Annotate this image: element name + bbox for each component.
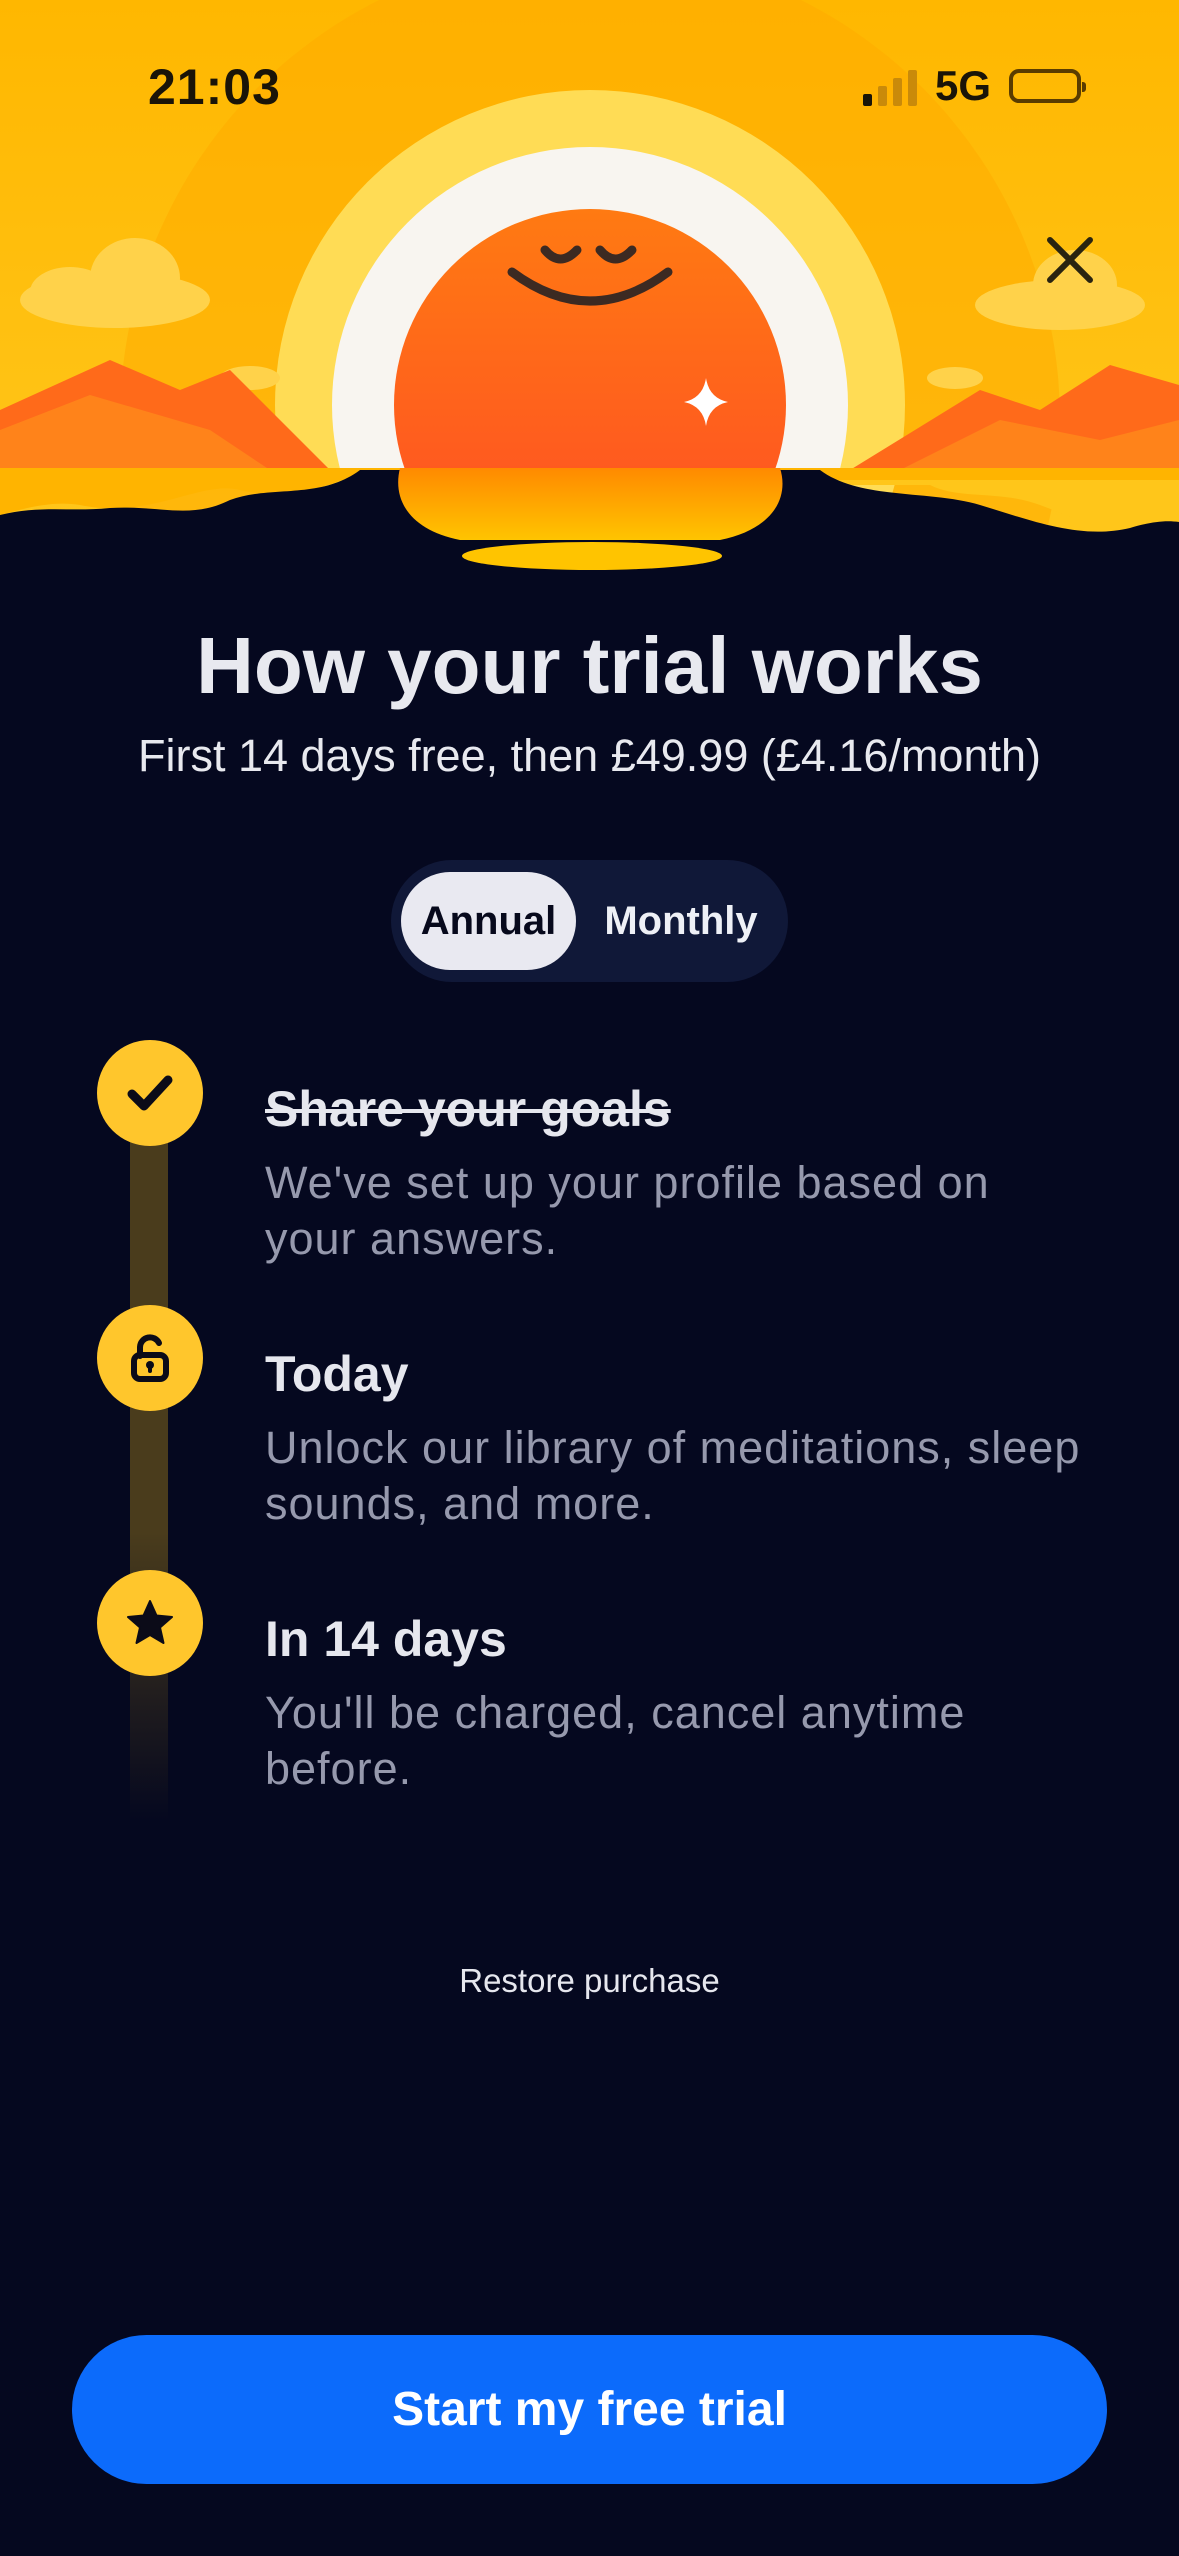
start-free-trial-button[interactable]: Start my free trial — [72, 2335, 1107, 2484]
step-1-badge — [97, 1040, 203, 1146]
battery-icon — [1009, 69, 1086, 103]
star-icon — [127, 1600, 173, 1644]
network-type: 5G — [934, 62, 991, 109]
page-title: How your trial works — [196, 621, 983, 710]
signal-icon — [862, 66, 917, 106]
close-icon — [1047, 237, 1093, 283]
step-3-description: You'll be charged, cancel anytime before… — [265, 1687, 966, 1794]
status-time: 21:03 — [148, 59, 281, 115]
step-2-description: Unlock our library of meditations, sleep… — [265, 1422, 1081, 1529]
step-1-description: We've set up your profile based on your … — [265, 1157, 990, 1264]
step-2-title: Today — [265, 1346, 409, 1402]
restore-purchase-link[interactable]: Restore purchase — [0, 1962, 1179, 2000]
step-3-title: In 14 days — [265, 1611, 507, 1667]
close-button[interactable] — [1040, 230, 1100, 290]
unlock-icon — [131, 1334, 169, 1382]
pricing-subtitle: First 14 days free, then £49.99 (£4.16/m… — [137, 730, 1041, 781]
step-3-badge — [97, 1570, 203, 1676]
plan-option-annual[interactable]: Annual — [401, 872, 576, 970]
plan-option-monthly[interactable]: Monthly — [581, 872, 781, 970]
timeline-track — [130, 1100, 168, 1820]
plan-toggle: Annual Monthly — [391, 860, 788, 982]
step-2-badge — [97, 1305, 203, 1411]
step-1-title: Share your goals — [265, 1081, 671, 1137]
checkmark-icon — [127, 1075, 173, 1111]
status-indicators: 5G — [862, 62, 1086, 110]
